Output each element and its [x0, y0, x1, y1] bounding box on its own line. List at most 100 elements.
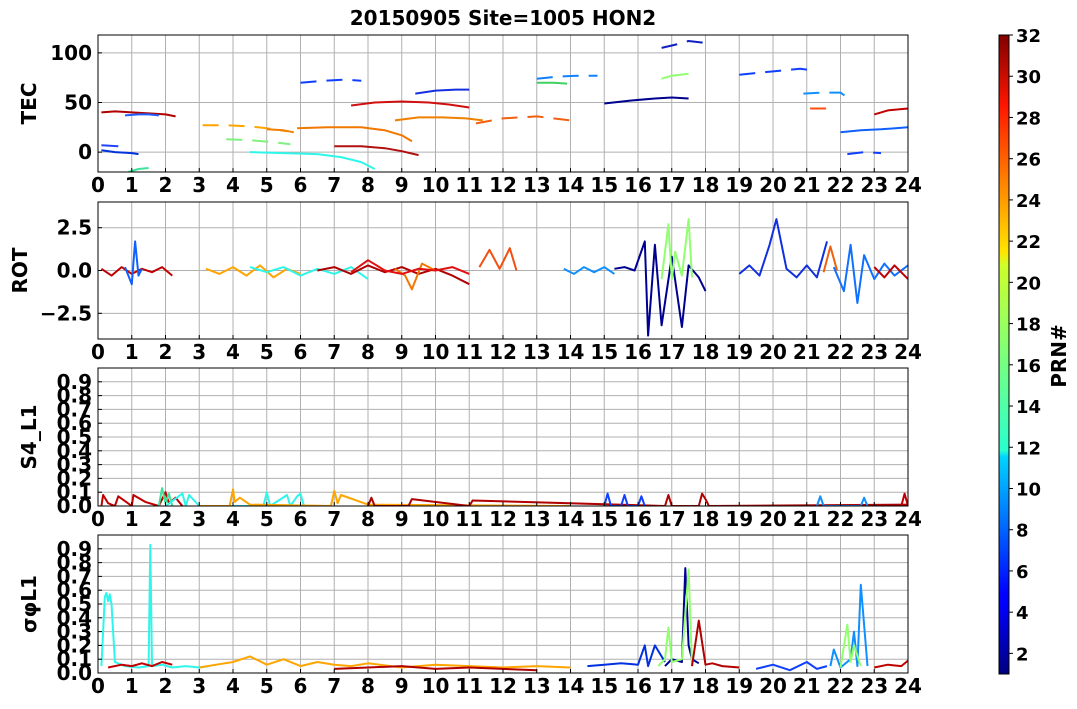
x-tick-label: 22 — [827, 507, 855, 531]
series-group — [100, 487, 908, 506]
chart-title: 20150905 Site=1005 HON2 — [350, 6, 656, 30]
x-tick-label: 16 — [624, 507, 652, 531]
colorbar-tick-label: 16 — [1016, 356, 1041, 377]
x-tick-label: 14 — [557, 507, 585, 531]
x-tick-label: 21 — [793, 674, 821, 698]
colorbar-tick-label: 18 — [1016, 315, 1041, 336]
x-tick-label: 1 — [125, 173, 139, 197]
x-tick-label: 22 — [827, 674, 855, 698]
x-tick-label: 3 — [192, 173, 206, 197]
x-tick-label: 19 — [725, 674, 753, 698]
x-tick-label: 4 — [226, 173, 240, 197]
series-line-12 — [874, 659, 908, 669]
series-line-4 — [101, 144, 119, 148]
series-line-1 — [100, 543, 210, 669]
colorbar-tick-label: 14 — [1016, 397, 1041, 418]
x-tick-label: 13 — [523, 340, 551, 364]
series-line-14 — [832, 243, 908, 304]
x-tick-label: 20 — [759, 173, 787, 197]
panel-1: 0 1 2 3 4 5 6 7 8 9 10 11 12 13 14 15 16 17 18 19 20 21 22 23 24… — [17, 34, 922, 197]
x-tick-label: 17 — [658, 507, 686, 531]
x-tick-label: 9 — [395, 507, 409, 531]
colorbar-tick-label: 28 — [1016, 108, 1041, 129]
x-tick-label: 8 — [361, 674, 375, 698]
colorbar-tick-label: 26 — [1016, 150, 1041, 171]
x-tick-label: 5 — [260, 674, 274, 698]
series-line-7 — [350, 259, 470, 275]
series-line-20 — [661, 72, 689, 80]
colorbar-tick-label: 4 — [1016, 603, 1029, 624]
x-tick-label: 18 — [692, 173, 720, 197]
x-tick-label: 21 — [793, 173, 821, 197]
x-tick-label: 19 — [725, 340, 753, 364]
grid — [97, 35, 909, 172]
colorbar-tick-label: 20 — [1016, 273, 1041, 294]
x-tick-label: 24 — [894, 340, 922, 364]
x-tick-label: 15 — [590, 674, 618, 698]
x-tick-label: 6 — [294, 173, 308, 197]
x-tick-label: 0 — [91, 173, 105, 197]
colorbar-gradient — [998, 34, 1010, 675]
grid — [97, 368, 909, 507]
grid — [97, 535, 909, 674]
series-line-10 — [300, 78, 362, 84]
x-tick-label: 8 — [361, 507, 375, 531]
x-tick-label: 10 — [422, 173, 450, 197]
series-group — [100, 218, 908, 337]
x-tick-label: 3 — [192, 507, 206, 531]
y-axis-label: ROT — [8, 247, 32, 293]
panel-3: 0 1 2 3 4 5 6 7 8 9 10 11 12 13 14 15 16 17 18 19 20 21 22 23 24… — [17, 367, 922, 531]
x-tick-label: 1 — [125, 340, 139, 364]
x-tick-label: 5 — [260, 340, 274, 364]
series-group — [100, 543, 908, 672]
x-tick-label: 1 — [125, 507, 139, 531]
series-line-10 — [829, 583, 869, 669]
x-tick-label: 7 — [327, 173, 341, 197]
x-tick-label: 1 — [125, 674, 139, 698]
y-tick-label: 50 — [64, 91, 92, 115]
x-tick-label: 2 — [159, 173, 173, 197]
series-line-9 — [249, 151, 376, 170]
colorbar-tick-label: 22 — [1016, 232, 1041, 253]
x-tick-label: 12 — [489, 674, 517, 698]
colorbar-ticks: 2468101214161820222426283032 — [1009, 26, 1041, 665]
x-tick-label: 24 — [894, 674, 922, 698]
colorbar-tick-label: 10 — [1016, 479, 1041, 500]
x-tick-label: 12 — [489, 507, 517, 531]
series-line-7 — [266, 128, 294, 134]
series-line-12 — [334, 145, 419, 157]
x-tick-label: 0 — [91, 674, 105, 698]
series-line-5 — [587, 644, 666, 668]
series-line-18 — [536, 81, 568, 85]
x-tick-label: 10 — [422, 507, 450, 531]
colorbar-tick-label: 32 — [1016, 26, 1041, 47]
x-tick-label: 16 — [624, 340, 652, 364]
x-tick-label: 0 — [91, 507, 105, 531]
x-tick-label: 11 — [455, 173, 483, 197]
series-line-2 — [124, 240, 143, 286]
panel-2: 0 1 2 3 4 5 6 7 8 9 10 11 12 13 14 15 16 17 18 19 20 21 22 23 24… — [8, 201, 922, 364]
x-tick-label: 14 — [557, 674, 585, 698]
chart-panels: 0 1 2 3 4 5 6 7 8 9 10 11 12 13 14 15 16 17 18 19 20 21 22 23 24… — [8, 34, 922, 698]
x-tick-label: 3 — [192, 674, 206, 698]
x-tick-label: 2 — [159, 340, 173, 364]
x-tick-label: 15 — [590, 173, 618, 197]
figure: 20150905 Site=1005 HON2 0 1 2 3 4 5 6 7 8 9 10 11 12… — [8, 6, 1071, 698]
series-line-8 — [226, 138, 291, 146]
y-tick-label: 0.9 — [57, 537, 92, 561]
x-tick-label: 9 — [395, 173, 409, 197]
series-line-8 — [691, 619, 740, 669]
x-tick-label: 15 — [590, 507, 618, 531]
x-tick-label: 19 — [725, 173, 753, 197]
y-axis-label: S4_L1 — [17, 405, 41, 470]
x-tick-label: 24 — [894, 507, 922, 531]
y-axis-label: TEC — [17, 83, 41, 125]
x-tick-label: 6 — [294, 507, 308, 531]
colorbar-tick-label: 8 — [1016, 521, 1029, 542]
x-tick-label: 18 — [692, 340, 720, 364]
x-tick-label: 22 — [827, 340, 855, 364]
grid — [97, 202, 909, 339]
y-tick-label: 100 — [50, 41, 92, 65]
series-line-10 — [614, 240, 707, 337]
x-tick-label: 7 — [327, 674, 341, 698]
